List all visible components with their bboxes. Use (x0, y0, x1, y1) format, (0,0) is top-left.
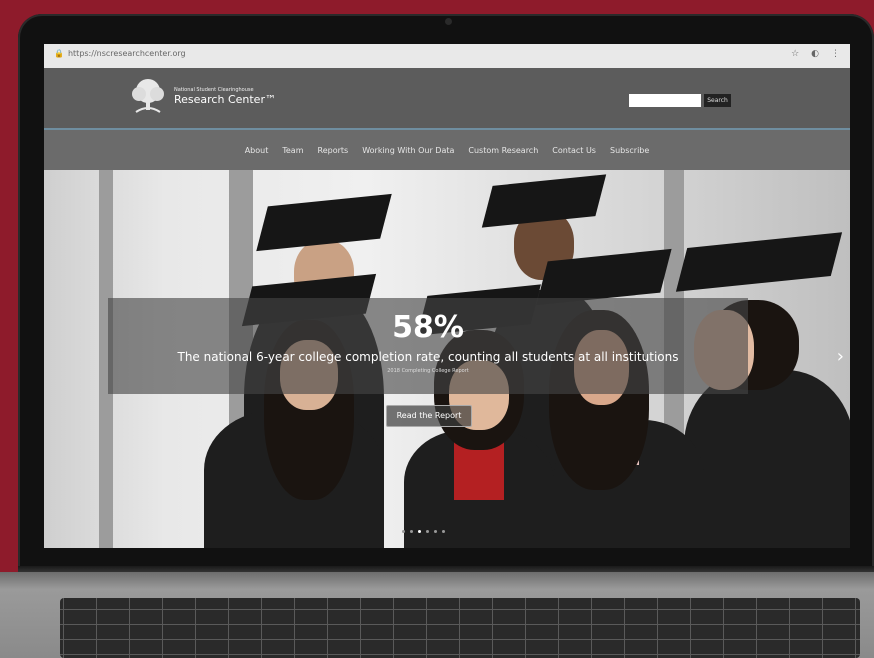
search-button[interactable]: Search (704, 94, 731, 107)
logo-subtitle: National Student Clearinghouse (174, 86, 254, 93)
main-nav: About Team Reports Working With Our Data… (44, 130, 850, 170)
url-field[interactable]: 🔒 https://nscresearchcenter.org (54, 49, 186, 58)
stat-value: 58% (392, 310, 464, 345)
nav-item-reports[interactable]: Reports (318, 146, 349, 155)
bookmark-star-icon[interactable]: ☆ (791, 49, 799, 59)
carousel-dot[interactable] (442, 530, 445, 533)
carousel-dot[interactable] (418, 530, 421, 533)
stat-description: The national 6-year college completion r… (177, 350, 679, 364)
read-report-button[interactable]: Read the Report (386, 405, 472, 427)
carousel-dot[interactable] (426, 530, 429, 533)
browser-window: 🔒 https://nscresearchcenter.org ☆ ◐ ⋮ Nat… (44, 44, 850, 548)
menu-icon[interactable]: ⋮ (831, 49, 840, 59)
browser-address-bar: 🔒 https://nscresearchcenter.org ☆ ◐ ⋮ (44, 44, 850, 69)
site-logo[interactable]: National Student Clearinghouse Research … (128, 76, 276, 116)
stat-source: 2018 Completing College Report (387, 368, 469, 374)
logo-title: Research Center™ (174, 92, 276, 106)
nav-item-working-with-our-data[interactable]: Working With Our Data (362, 146, 454, 155)
chevron-right-icon[interactable]: › (837, 346, 844, 367)
nav-item-contact-us[interactable]: Contact Us (552, 146, 596, 155)
tree-logo-icon (132, 79, 164, 113)
stat-overlay: 58% The national 6-year college completi… (108, 298, 748, 394)
webcam (445, 18, 452, 25)
carousel-dot[interactable] (434, 530, 437, 533)
site-header: National Student Clearinghouse Research … (44, 68, 850, 130)
carousel-indicators (402, 530, 445, 533)
nav-item-subscribe[interactable]: Subscribe (610, 146, 649, 155)
hero-carousel: 58% The national 6-year college completi… (44, 170, 850, 548)
nav-item-team[interactable]: Team (282, 146, 303, 155)
url-text: https://nscresearchcenter.org (67, 49, 186, 58)
search-input[interactable] (629, 94, 701, 107)
carousel-dot[interactable] (410, 530, 413, 533)
nav-item-about[interactable]: About (245, 146, 269, 155)
carousel-dot[interactable] (402, 530, 405, 533)
browser-toolbar-icons: ☆ ◐ ⋮ (791, 49, 840, 59)
lock-icon: 🔒 (54, 49, 64, 58)
extension-icon[interactable]: ◐ (811, 49, 819, 59)
keyboard (60, 598, 860, 658)
nav-item-custom-research[interactable]: Custom Research (468, 146, 538, 155)
